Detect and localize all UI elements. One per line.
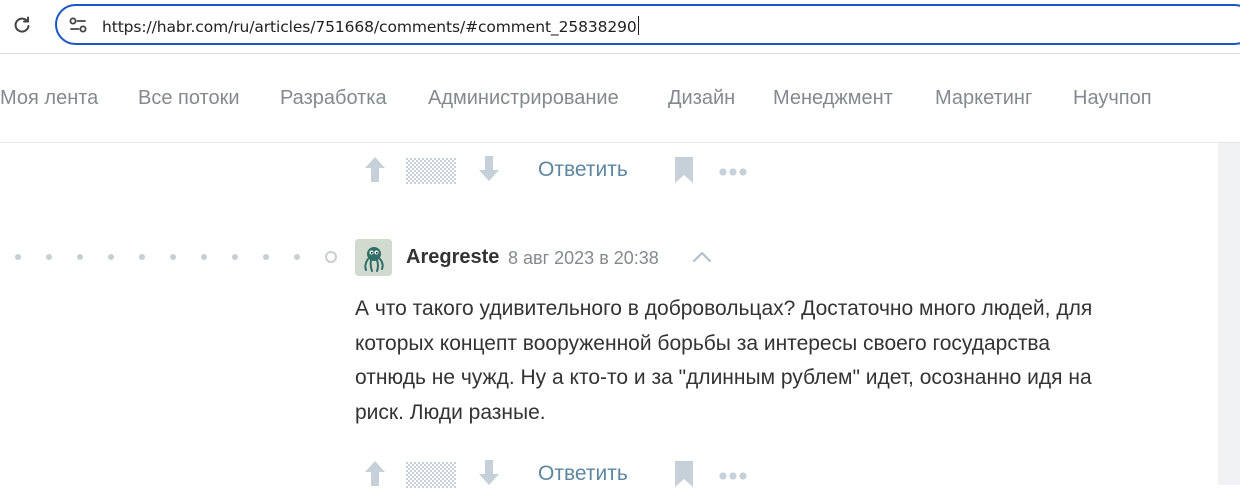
nav-item-management[interactable]: Менеджмент [773,87,893,110]
chevron-up-icon[interactable] [692,249,712,268]
more-icon[interactable] [718,468,748,486]
comment-line: которых концепт вооруженной борьбы за ин… [355,331,1051,355]
nav-item-popsci[interactable]: Научпоп [1073,87,1152,110]
avatar[interactable] [355,239,392,276]
url-text[interactable]: https://habr.com/ru/articles/751668/comm… [102,16,639,36]
comment-author[interactable]: Aregreste [406,246,499,269]
site-info-icon[interactable] [67,14,89,36]
reload-icon[interactable] [10,13,34,37]
nav-item-my-feed[interactable]: Моя лента [0,87,98,110]
nav-item-design[interactable]: Дизайн [668,87,735,110]
url-value: https://habr.com/ru/articles/751668/comm… [102,18,637,36]
nav-item-all-flows[interactable]: Все потоки [138,87,240,110]
hub-navigation: Моя лента Все потоки Разработка Админист… [0,54,1240,143]
arrow-down-icon[interactable] [476,154,502,189]
nav-item-development[interactable]: Разработка [280,87,387,110]
thread-node-icon[interactable] [325,251,337,263]
arrow-up-icon[interactable] [362,154,388,189]
more-icon[interactable] [718,164,748,182]
score-hidden-icon [406,462,456,488]
browser-toolbar: https://habr.com/ru/articles/751668/comm… [0,0,1240,54]
arrow-up-icon[interactable] [362,458,388,493]
comment-date[interactable]: 8 авг 2023 в 20:38 [508,248,659,269]
bookmark-icon[interactable] [674,460,694,493]
scrollbar-track[interactable] [1218,143,1240,485]
comment-line: риск. Люди разные. [355,400,546,424]
bookmark-icon[interactable] [674,156,694,189]
arrow-down-icon[interactable] [476,458,502,493]
text-caret [637,16,639,35]
nav-item-admin[interactable]: Администрирование [428,87,619,110]
address-bar[interactable]: https://habr.com/ru/articles/751668/comm… [55,4,1240,45]
nav-item-marketing[interactable]: Маркетинг [935,87,1032,110]
comment-line: А что такого удивительного в добровольца… [355,297,1093,320]
comment-body: А что такого удивительного в добровольца… [355,292,1195,430]
reply-button[interactable]: Ответить [538,462,628,486]
score-hidden-icon [406,158,456,184]
comment-line: отнюдь не чужд. Ну а кто-то и за "длинны… [355,366,1092,389]
reply-button[interactable]: Ответить [538,158,628,182]
